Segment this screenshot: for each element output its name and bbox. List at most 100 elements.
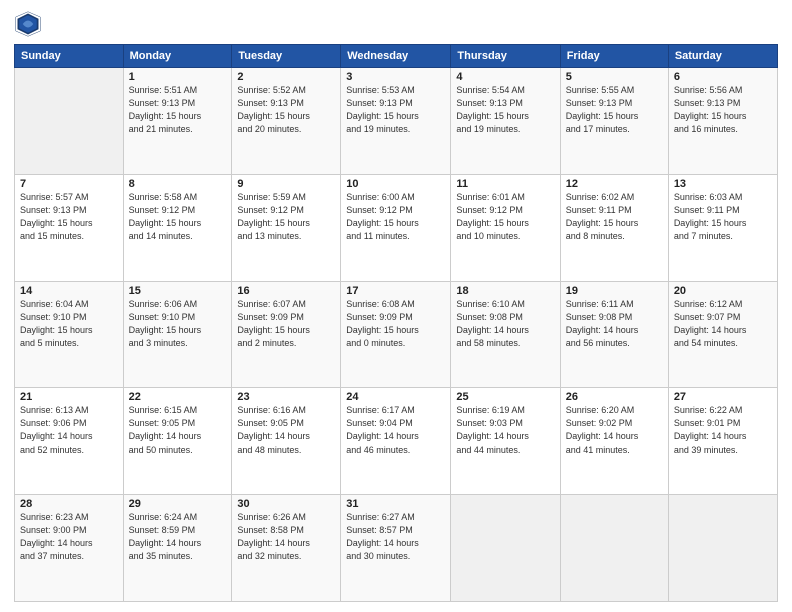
day-number: 20 bbox=[674, 285, 772, 297]
calendar-cell: 20Sunrise: 6:12 AM Sunset: 9:07 PM Dayli… bbox=[668, 281, 777, 388]
calendar-cell: 8Sunrise: 5:58 AM Sunset: 9:12 PM Daylig… bbox=[123, 174, 232, 281]
day-info: Sunrise: 6:17 AM Sunset: 9:04 PM Dayligh… bbox=[346, 404, 445, 456]
day-number: 11 bbox=[456, 178, 554, 190]
calendar-cell: 13Sunrise: 6:03 AM Sunset: 9:11 PM Dayli… bbox=[668, 174, 777, 281]
day-number: 17 bbox=[346, 285, 445, 297]
day-number: 15 bbox=[129, 285, 227, 297]
calendar-cell: 2Sunrise: 5:52 AM Sunset: 9:13 PM Daylig… bbox=[232, 68, 341, 175]
day-header-saturday: Saturday bbox=[668, 45, 777, 68]
day-number: 3 bbox=[346, 71, 445, 83]
day-header-sunday: Sunday bbox=[15, 45, 124, 68]
day-info: Sunrise: 6:10 AM Sunset: 9:08 PM Dayligh… bbox=[456, 298, 554, 350]
calendar-cell bbox=[668, 495, 777, 602]
day-header-monday: Monday bbox=[123, 45, 232, 68]
calendar-body: 1Sunrise: 5:51 AM Sunset: 9:13 PM Daylig… bbox=[15, 68, 778, 602]
calendar-cell: 16Sunrise: 6:07 AM Sunset: 9:09 PM Dayli… bbox=[232, 281, 341, 388]
day-info: Sunrise: 6:02 AM Sunset: 9:11 PM Dayligh… bbox=[566, 191, 663, 243]
day-info: Sunrise: 6:24 AM Sunset: 8:59 PM Dayligh… bbox=[129, 511, 227, 563]
calendar-cell: 19Sunrise: 6:11 AM Sunset: 9:08 PM Dayli… bbox=[560, 281, 668, 388]
calendar-cell: 12Sunrise: 6:02 AM Sunset: 9:11 PM Dayli… bbox=[560, 174, 668, 281]
day-number: 26 bbox=[566, 391, 663, 403]
day-info: Sunrise: 6:07 AM Sunset: 9:09 PM Dayligh… bbox=[237, 298, 335, 350]
day-info: Sunrise: 6:03 AM Sunset: 9:11 PM Dayligh… bbox=[674, 191, 772, 243]
calendar-cell: 6Sunrise: 5:56 AM Sunset: 9:13 PM Daylig… bbox=[668, 68, 777, 175]
day-info: Sunrise: 6:11 AM Sunset: 9:08 PM Dayligh… bbox=[566, 298, 663, 350]
day-header-wednesday: Wednesday bbox=[341, 45, 451, 68]
day-number: 14 bbox=[20, 285, 118, 297]
day-info: Sunrise: 5:51 AM Sunset: 9:13 PM Dayligh… bbox=[129, 84, 227, 136]
day-number: 8 bbox=[129, 178, 227, 190]
calendar-cell: 26Sunrise: 6:20 AM Sunset: 9:02 PM Dayli… bbox=[560, 388, 668, 495]
header bbox=[14, 10, 778, 38]
day-number: 25 bbox=[456, 391, 554, 403]
calendar-cell: 10Sunrise: 6:00 AM Sunset: 9:12 PM Dayli… bbox=[341, 174, 451, 281]
calendar-cell: 9Sunrise: 5:59 AM Sunset: 9:12 PM Daylig… bbox=[232, 174, 341, 281]
calendar-cell: 5Sunrise: 5:55 AM Sunset: 9:13 PM Daylig… bbox=[560, 68, 668, 175]
day-info: Sunrise: 5:56 AM Sunset: 9:13 PM Dayligh… bbox=[674, 84, 772, 136]
day-info: Sunrise: 5:52 AM Sunset: 9:13 PM Dayligh… bbox=[237, 84, 335, 136]
day-number: 2 bbox=[237, 71, 335, 83]
day-info: Sunrise: 6:01 AM Sunset: 9:12 PM Dayligh… bbox=[456, 191, 554, 243]
day-number: 29 bbox=[129, 498, 227, 510]
calendar-table: SundayMondayTuesdayWednesdayThursdayFrid… bbox=[14, 44, 778, 602]
day-info: Sunrise: 6:08 AM Sunset: 9:09 PM Dayligh… bbox=[346, 298, 445, 350]
day-number: 6 bbox=[674, 71, 772, 83]
calendar-cell: 3Sunrise: 5:53 AM Sunset: 9:13 PM Daylig… bbox=[341, 68, 451, 175]
day-info: Sunrise: 6:12 AM Sunset: 9:07 PM Dayligh… bbox=[674, 298, 772, 350]
calendar-cell bbox=[451, 495, 560, 602]
day-info: Sunrise: 5:53 AM Sunset: 9:13 PM Dayligh… bbox=[346, 84, 445, 136]
day-number: 7 bbox=[20, 178, 118, 190]
calendar-cell: 30Sunrise: 6:26 AM Sunset: 8:58 PM Dayli… bbox=[232, 495, 341, 602]
day-info: Sunrise: 6:16 AM Sunset: 9:05 PM Dayligh… bbox=[237, 404, 335, 456]
day-number: 4 bbox=[456, 71, 554, 83]
calendar-header: SundayMondayTuesdayWednesdayThursdayFrid… bbox=[15, 45, 778, 68]
day-info: Sunrise: 6:27 AM Sunset: 8:57 PM Dayligh… bbox=[346, 511, 445, 563]
day-info: Sunrise: 5:54 AM Sunset: 9:13 PM Dayligh… bbox=[456, 84, 554, 136]
logo bbox=[14, 10, 46, 38]
calendar-cell bbox=[15, 68, 124, 175]
day-number: 9 bbox=[237, 178, 335, 190]
day-number: 18 bbox=[456, 285, 554, 297]
day-info: Sunrise: 5:57 AM Sunset: 9:13 PM Dayligh… bbox=[20, 191, 118, 243]
day-number: 13 bbox=[674, 178, 772, 190]
calendar-cell: 27Sunrise: 6:22 AM Sunset: 9:01 PM Dayli… bbox=[668, 388, 777, 495]
logo-icon bbox=[14, 10, 42, 38]
calendar-week-row: 21Sunrise: 6:13 AM Sunset: 9:06 PM Dayli… bbox=[15, 388, 778, 495]
calendar-cell: 17Sunrise: 6:08 AM Sunset: 9:09 PM Dayli… bbox=[341, 281, 451, 388]
day-info: Sunrise: 5:55 AM Sunset: 9:13 PM Dayligh… bbox=[566, 84, 663, 136]
calendar-cell: 25Sunrise: 6:19 AM Sunset: 9:03 PM Dayli… bbox=[451, 388, 560, 495]
day-number: 5 bbox=[566, 71, 663, 83]
day-info: Sunrise: 6:23 AM Sunset: 9:00 PM Dayligh… bbox=[20, 511, 118, 563]
day-header-tuesday: Tuesday bbox=[232, 45, 341, 68]
calendar-cell: 23Sunrise: 6:16 AM Sunset: 9:05 PM Dayli… bbox=[232, 388, 341, 495]
day-number: 23 bbox=[237, 391, 335, 403]
day-number: 24 bbox=[346, 391, 445, 403]
page: SundayMondayTuesdayWednesdayThursdayFrid… bbox=[0, 0, 792, 612]
calendar-cell: 18Sunrise: 6:10 AM Sunset: 9:08 PM Dayli… bbox=[451, 281, 560, 388]
day-number: 19 bbox=[566, 285, 663, 297]
calendar-cell: 11Sunrise: 6:01 AM Sunset: 9:12 PM Dayli… bbox=[451, 174, 560, 281]
calendar-week-row: 28Sunrise: 6:23 AM Sunset: 9:00 PM Dayli… bbox=[15, 495, 778, 602]
day-number: 30 bbox=[237, 498, 335, 510]
calendar-week-row: 1Sunrise: 5:51 AM Sunset: 9:13 PM Daylig… bbox=[15, 68, 778, 175]
day-info: Sunrise: 6:26 AM Sunset: 8:58 PM Dayligh… bbox=[237, 511, 335, 563]
calendar-cell: 28Sunrise: 6:23 AM Sunset: 9:00 PM Dayli… bbox=[15, 495, 124, 602]
calendar-week-row: 7Sunrise: 5:57 AM Sunset: 9:13 PM Daylig… bbox=[15, 174, 778, 281]
day-number: 27 bbox=[674, 391, 772, 403]
calendar-cell: 15Sunrise: 6:06 AM Sunset: 9:10 PM Dayli… bbox=[123, 281, 232, 388]
day-info: Sunrise: 6:15 AM Sunset: 9:05 PM Dayligh… bbox=[129, 404, 227, 456]
calendar-cell: 22Sunrise: 6:15 AM Sunset: 9:05 PM Dayli… bbox=[123, 388, 232, 495]
day-number: 28 bbox=[20, 498, 118, 510]
days-header-row: SundayMondayTuesdayWednesdayThursdayFrid… bbox=[15, 45, 778, 68]
day-info: Sunrise: 6:19 AM Sunset: 9:03 PM Dayligh… bbox=[456, 404, 554, 456]
day-info: Sunrise: 5:58 AM Sunset: 9:12 PM Dayligh… bbox=[129, 191, 227, 243]
day-info: Sunrise: 6:20 AM Sunset: 9:02 PM Dayligh… bbox=[566, 404, 663, 456]
day-header-thursday: Thursday bbox=[451, 45, 560, 68]
calendar-cell: 7Sunrise: 5:57 AM Sunset: 9:13 PM Daylig… bbox=[15, 174, 124, 281]
calendar-cell: 21Sunrise: 6:13 AM Sunset: 9:06 PM Dayli… bbox=[15, 388, 124, 495]
calendar-cell: 31Sunrise: 6:27 AM Sunset: 8:57 PM Dayli… bbox=[341, 495, 451, 602]
day-number: 16 bbox=[237, 285, 335, 297]
calendar-cell: 1Sunrise: 5:51 AM Sunset: 9:13 PM Daylig… bbox=[123, 68, 232, 175]
day-info: Sunrise: 6:00 AM Sunset: 9:12 PM Dayligh… bbox=[346, 191, 445, 243]
day-info: Sunrise: 6:04 AM Sunset: 9:10 PM Dayligh… bbox=[20, 298, 118, 350]
